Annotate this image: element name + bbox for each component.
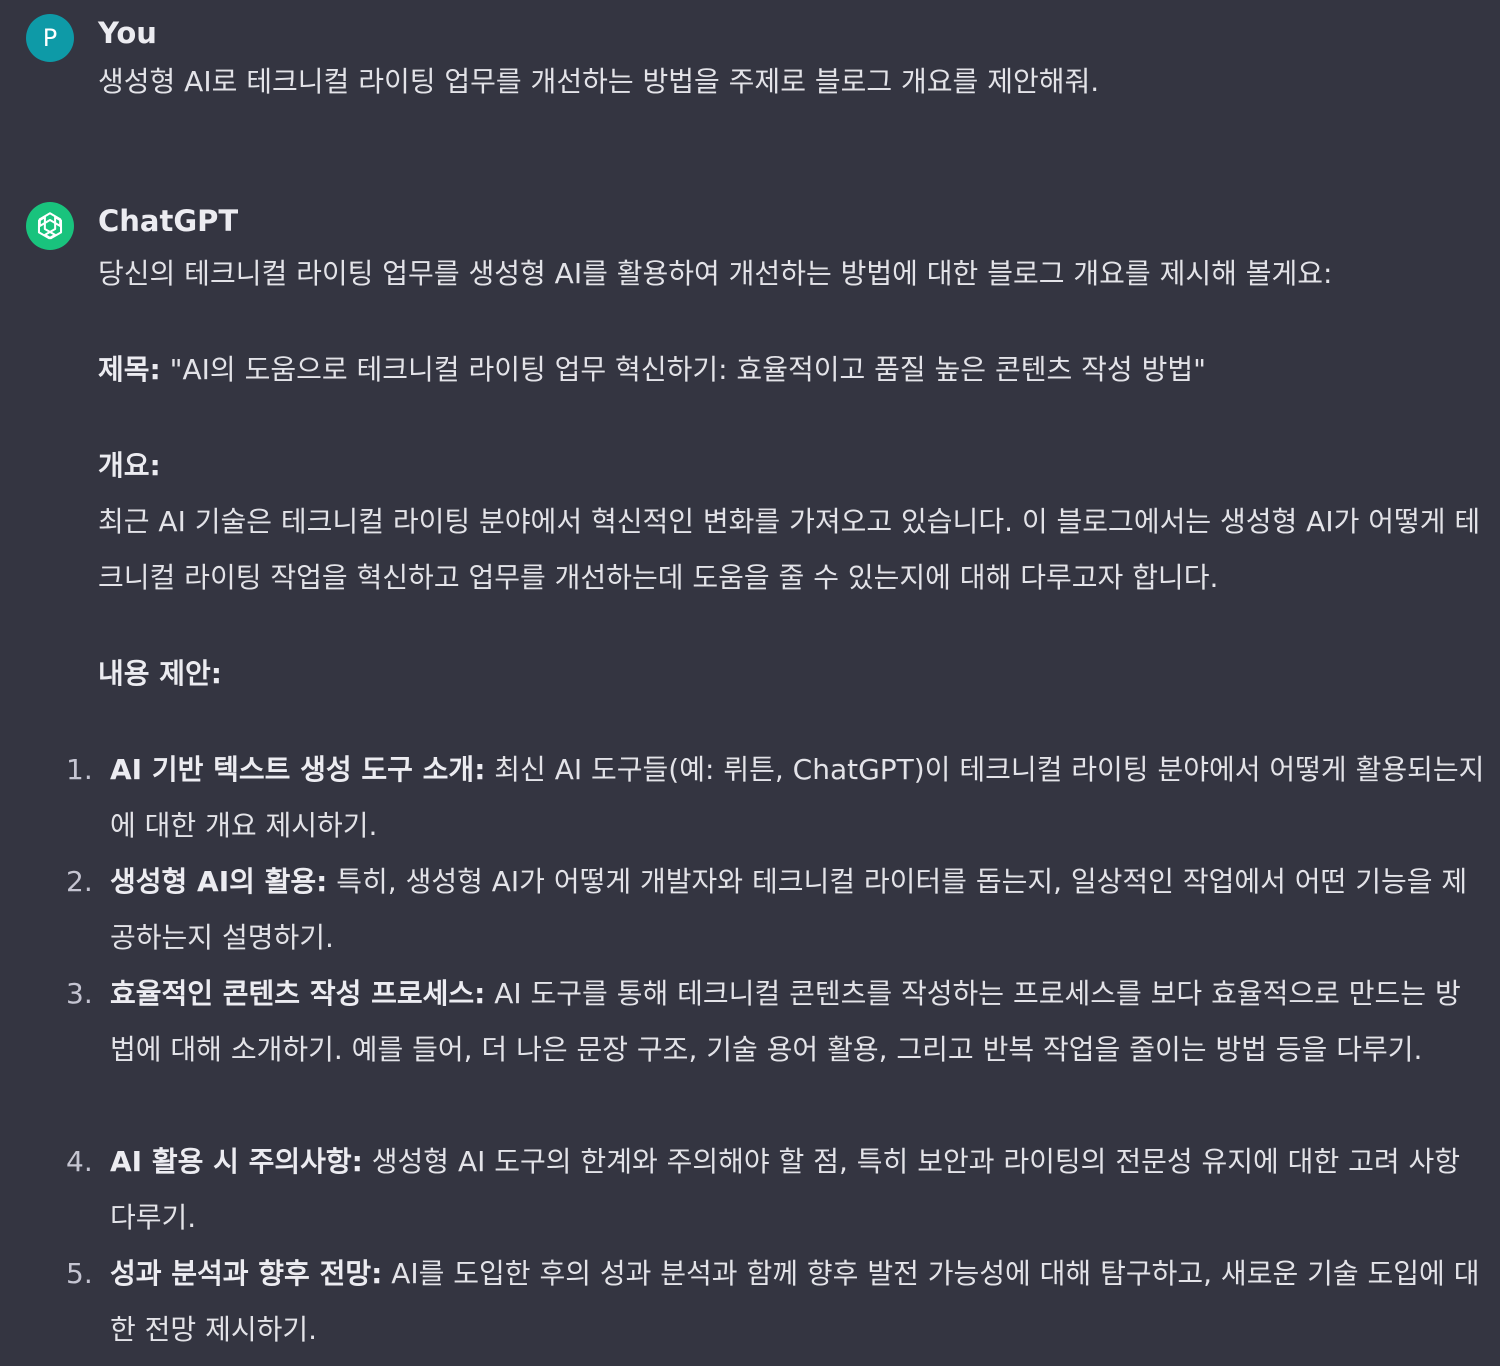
overview-text[interactable]: 최근 AI 기술은 테크니컬 라이팅 분야에서 혁신적인 변화를 가져오고 있습… bbox=[98, 494, 1488, 606]
blog-title-text: "AI의 도움으로 테크니컬 라이팅 업무 혁신하기: 효율적이고 품질 높은 … bbox=[160, 353, 1206, 386]
openai-logo-icon bbox=[37, 212, 63, 240]
list-item-label: 효율적인 콘텐츠 작성 프로세스: bbox=[110, 977, 486, 1010]
assistant-intro[interactable]: 당신의 테크니컬 라이팅 업무를 생성형 AI를 활용하여 개선하는 방법에 대… bbox=[98, 254, 1332, 294]
list-item-label: AI 기반 텍스트 생성 도구 소개: bbox=[110, 753, 486, 786]
assistant-name: ChatGPT bbox=[98, 204, 239, 238]
list-item-number: 3. bbox=[66, 977, 93, 1010]
list-item-text: AI 활용 시 주의사항: 생성형 AI 도구의 한계와 주의해야 할 점, 특… bbox=[110, 1134, 1485, 1246]
assistant-message: ChatGPT 당신의 테크니컬 라이팅 업무를 생성형 AI를 활용하여 개선… bbox=[0, 0, 1500, 1366]
list-item-label: AI 활용 시 주의사항: bbox=[110, 1145, 363, 1178]
assistant-avatar bbox=[26, 202, 74, 250]
list-item-number: 5. bbox=[66, 1257, 93, 1290]
list-item-number: 2. bbox=[66, 865, 93, 898]
list-item-text: 효율적인 콘텐츠 작성 프로세스: AI 도구를 통해 테크니컬 콘텐츠를 작성… bbox=[110, 966, 1485, 1078]
list-item-text: 성과 분석과 향후 전망: AI를 도입한 후의 성과 분석과 함께 향후 발전… bbox=[110, 1246, 1485, 1358]
blog-title[interactable]: 제목: "AI의 도움으로 테크니컬 라이팅 업무 혁신하기: 효율적이고 품질… bbox=[98, 350, 1206, 390]
list-item-label: 생성형 AI의 활용: bbox=[110, 865, 328, 898]
content-heading: 내용 제안: bbox=[98, 657, 222, 690]
list-item-number: 1. bbox=[66, 753, 93, 786]
blog-title-label: 제목: bbox=[98, 353, 161, 386]
list-item-text: 생성형 AI의 활용: 특히, 생성형 AI가 어떻게 개발자와 테크니컬 라이… bbox=[110, 854, 1485, 966]
list-item-label: 성과 분석과 향후 전망: bbox=[110, 1257, 383, 1290]
list-item-number: 4. bbox=[66, 1145, 93, 1178]
overview-heading: 개요: bbox=[98, 449, 161, 482]
list-item-text: AI 기반 텍스트 생성 도구 소개: 최신 AI 도구들(예: 뤼튼, Cha… bbox=[110, 742, 1485, 854]
